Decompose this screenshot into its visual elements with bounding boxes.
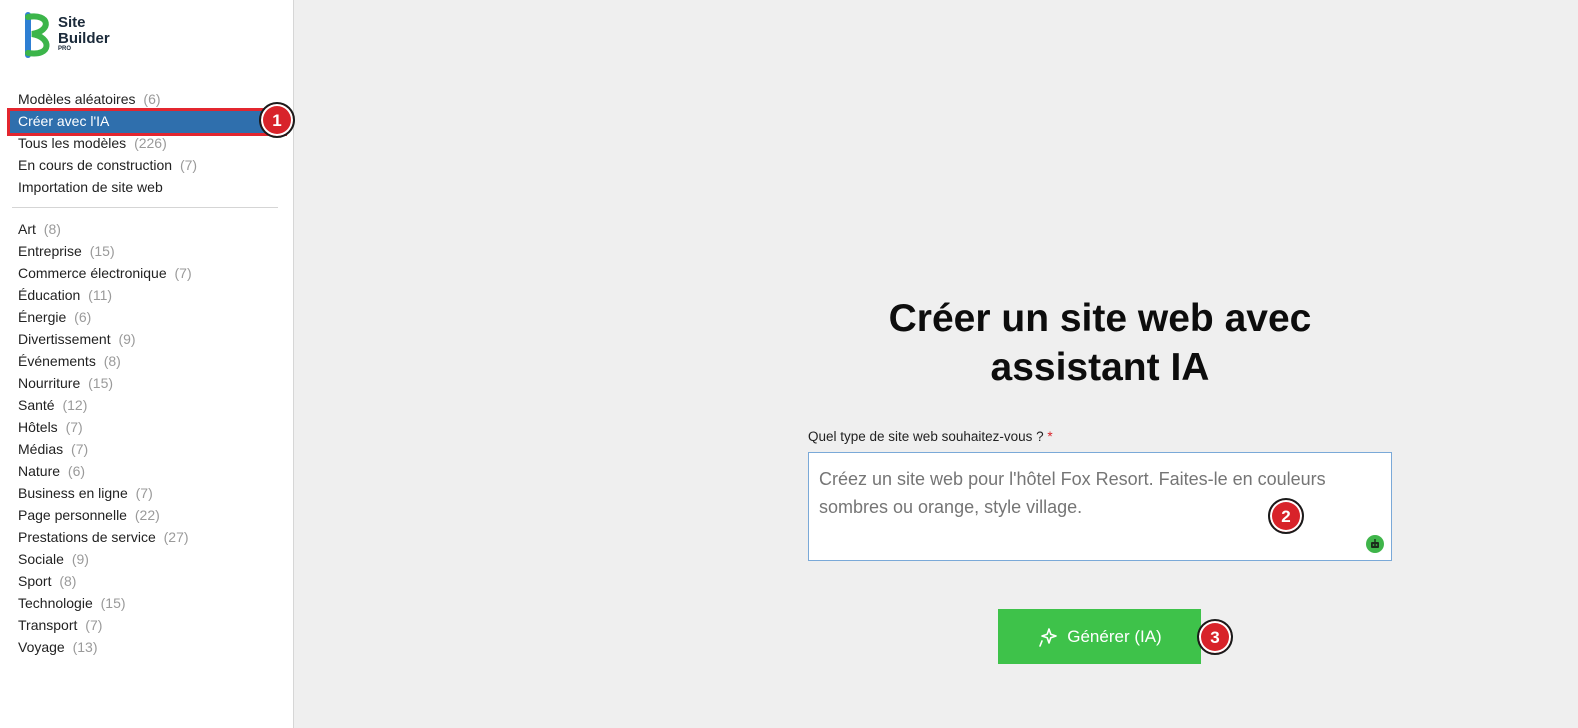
category-menu: Art (8) Entreprise (15) Commerce électroni… (0, 219, 294, 659)
generate-ai-button[interactable]: Générer (IA) (998, 609, 1201, 664)
category-label: Divertissement (18, 331, 111, 347)
category-item[interactable]: Prestations de service (27) (0, 527, 294, 549)
category-count: (22) (134, 507, 160, 523)
category-count: (8) (103, 353, 121, 369)
menu-item-under-construction[interactable]: En cours de construction (7) (0, 155, 294, 177)
sidebar: Site Builder PRO Modèles aléatoires (6) … (0, 0, 294, 728)
logo-text: Site Builder PRO (58, 15, 110, 53)
menu-item-count: (7) (179, 157, 198, 173)
logo-line2: Builder (58, 30, 110, 47)
category-count: (15) (89, 243, 115, 259)
step-badge-1: 1 (259, 102, 295, 138)
category-item[interactable]: Médias (7) (0, 439, 294, 461)
category-count: (7) (174, 265, 192, 281)
logo-line1: Site (58, 14, 86, 31)
category-count: (8) (59, 573, 77, 589)
category-count: (15) (100, 595, 126, 611)
category-label: Médias (18, 441, 64, 457)
category-label: Business en ligne (18, 485, 128, 501)
menu-item-label: En cours de construction (18, 157, 173, 173)
logo-mark-icon (25, 12, 50, 58)
category-label: Sociale (18, 551, 64, 567)
category-label: Transport (18, 617, 78, 633)
menu-item-label: Tous les modèles (18, 135, 127, 151)
menu-item-label: Créer avec l'IA (18, 113, 110, 129)
category-label: Nourriture (18, 375, 81, 391)
menu-item-all-templates[interactable]: Tous les modèles (226) (0, 133, 294, 155)
category-count: (11) (88, 287, 113, 303)
category-item[interactable]: Commerce électronique (7) (0, 263, 294, 285)
page-title-line1: Créer un site web avec (888, 297, 1312, 340)
category-item[interactable]: Nourriture (15) (0, 373, 294, 395)
category-count: (12) (62, 397, 88, 413)
category-item[interactable]: Transport (7) (0, 615, 294, 637)
category-item[interactable]: Business en ligne (7) (0, 483, 294, 505)
category-item[interactable]: Sport (8) (0, 571, 294, 593)
website-type-label-text: Quel type de site web souhaitez-vous ? (808, 429, 1044, 444)
category-item[interactable]: Voyage (13) (0, 637, 294, 659)
category-label: Commerce électronique (18, 265, 167, 281)
robot-icon[interactable] (1366, 535, 1384, 553)
category-label: Santé (18, 397, 55, 413)
sparkle-icon (1039, 627, 1058, 647)
website-type-label: Quel type de site web souhaitez-vous ? * (808, 429, 1053, 444)
category-label: Nature (18, 463, 61, 479)
category-item[interactable]: Hôtels (7) (0, 417, 294, 439)
category-label: Prestations de service (18, 529, 156, 545)
step-badge-3: 3 (1197, 619, 1233, 655)
category-count: (6) (74, 309, 92, 325)
category-label: Entreprise (18, 243, 82, 259)
menu-item-count: (6) (143, 91, 161, 107)
category-item[interactable]: Entreprise (15) (0, 241, 294, 263)
category-item[interactable]: Énergie (6) (0, 307, 294, 329)
category-item[interactable]: Technologie (15) (0, 593, 294, 615)
page-title: Créer un site web avec assistant IA (760, 294, 1440, 392)
category-label: Hôtels (18, 419, 58, 435)
category-item[interactable]: Santé (12) (0, 395, 294, 417)
category-count: (7) (85, 617, 103, 633)
menu-item-count: (226) (134, 135, 167, 151)
category-item[interactable]: Divertissement (9) (0, 329, 294, 351)
step-badge-2: 2 (1268, 498, 1304, 534)
category-label: Voyage (18, 639, 65, 655)
category-count: (27) (163, 529, 189, 545)
required-mark: * (1047, 429, 1053, 444)
category-label: Sport (18, 573, 52, 589)
category-label: Art (18, 221, 36, 237)
logo-line3: PRO (58, 46, 72, 52)
generate-ai-label: Générer (IA) (1067, 626, 1162, 646)
menu-item-website-import[interactable]: Importation de site web (0, 177, 294, 199)
menu-item-label: Modèles aléatoires (18, 91, 136, 107)
category-item[interactable]: Nature (6) (0, 461, 294, 483)
category-label: Énergie (18, 309, 67, 325)
category-count: (8) (43, 221, 61, 237)
robot-glyph-icon (1371, 539, 1379, 548)
category-count: (7) (135, 485, 153, 501)
menu-item-create-with-ai[interactable]: Créer avec l'IA (7, 108, 287, 136)
category-item[interactable]: Art (8) (0, 219, 294, 241)
category-label: Technologie (18, 595, 93, 611)
category-label: Événements (18, 353, 96, 369)
category-count: (15) (88, 375, 114, 391)
menu-item-label: Importation de site web (18, 179, 163, 195)
category-count: (13) (72, 639, 98, 655)
category-count: (7) (71, 441, 89, 457)
website-description-input[interactable] (808, 452, 1392, 561)
category-item[interactable]: Page personnelle (22) (0, 505, 294, 527)
category-item[interactable]: Événements (8) (0, 351, 294, 373)
main-menu: Modèles aléatoires (6) Créer avec l'IA T… (0, 89, 294, 199)
category-count: (6) (67, 463, 86, 479)
category-label: Page personnelle (18, 507, 127, 523)
site-builder-logo[interactable]: Site Builder PRO (22, 11, 132, 59)
page-title-line2: assistant IA (990, 346, 1210, 389)
category-count: (7) (65, 419, 83, 435)
category-label: Éducation (18, 287, 81, 303)
menu-item-random-templates[interactable]: Modèles aléatoires (6) (0, 89, 294, 111)
category-count: (9) (71, 551, 89, 567)
category-item[interactable]: Éducation (11) (0, 285, 294, 307)
sidebar-divider (12, 207, 278, 208)
category-count: (9) (118, 331, 136, 347)
category-item[interactable]: Sociale (9) (0, 549, 294, 571)
